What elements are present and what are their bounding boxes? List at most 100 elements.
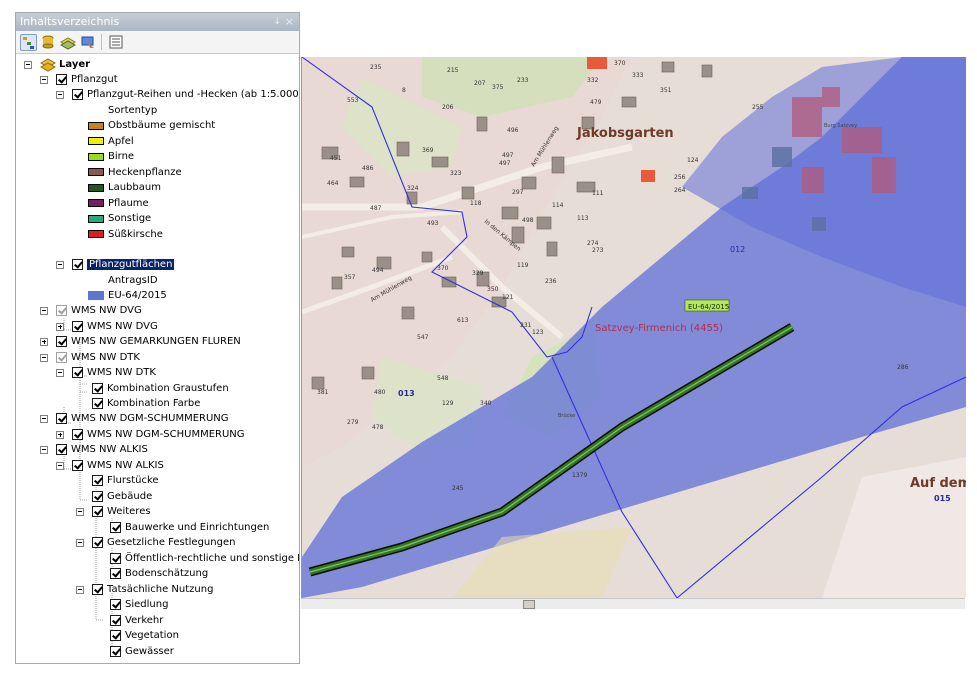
- pin-icon[interactable]: ↓: [273, 13, 281, 31]
- collapse-toggle[interactable]: [76, 585, 84, 594]
- collapse-toggle[interactable]: [56, 260, 64, 269]
- tree-row-dtk[interactable]: WMS NW DTK: [40, 350, 140, 365]
- visibility-checkbox[interactable]: [56, 352, 67, 363]
- legend-swatch: [88, 121, 104, 130]
- visibility-checkbox[interactable]: [92, 383, 103, 394]
- visibility-checkbox[interactable]: [110, 646, 121, 657]
- visibility-checkbox[interactable]: [56, 305, 67, 316]
- visibility-checkbox[interactable]: [92, 584, 103, 595]
- tree-row-gewaesser[interactable]: Gewässer: [110, 644, 174, 659]
- parcel-number: 451: [330, 155, 342, 162]
- visibility-checkbox[interactable]: [72, 429, 83, 440]
- list-by-source-icon[interactable]: [40, 34, 56, 50]
- visibility-checkbox[interactable]: [92, 537, 103, 548]
- parcel-number: 113: [577, 215, 589, 222]
- visibility-checkbox[interactable]: [72, 89, 83, 100]
- tree-row-layer[interactable]: Layer: [24, 57, 90, 72]
- parcel-number: 487: [370, 205, 382, 212]
- visibility-checkbox[interactable]: [92, 475, 103, 486]
- parcel-number: 480: [374, 389, 386, 396]
- tree-row-pflanzgut[interactable]: Pflanzgut: [40, 72, 118, 87]
- collapse-toggle[interactable]: [40, 353, 48, 362]
- tree-row-fluren[interactable]: WMS NW GEMARKUNGEN FLUREN: [40, 334, 241, 349]
- layer-label: Gesetzliche Festlegungen: [107, 537, 236, 548]
- parcel-number: 486: [362, 165, 374, 172]
- parcel-number: 1379: [572, 472, 587, 479]
- visibility-checkbox[interactable]: [110, 630, 121, 641]
- tree-row-farbe[interactable]: Kombination Farbe: [92, 396, 200, 411]
- close-icon[interactable]: ×: [285, 13, 294, 31]
- map-canvas[interactable]: Jakobsgarten Auf dem Satzvey-Firmenich (…: [302, 57, 966, 598]
- collapse-toggle[interactable]: [56, 368, 64, 377]
- parcel-number: 273: [592, 247, 604, 254]
- visibility-checkbox[interactable]: [72, 367, 83, 378]
- tree-row-oeffentlich[interactable]: Öffentlich-rechtliche und sonstige Festl…: [110, 551, 299, 566]
- collapse-toggle[interactable]: [40, 414, 48, 423]
- visibility-checkbox[interactable]: [110, 599, 121, 610]
- collapse-toggle[interactable]: [40, 445, 48, 454]
- collapse-toggle[interactable]: [56, 461, 64, 470]
- visibility-checkbox[interactable]: [56, 74, 67, 85]
- tree-row-bauwerke[interactable]: Bauwerke und Einrichtungen: [110, 520, 269, 535]
- list-by-selection-icon[interactable]: [80, 34, 96, 50]
- toc-toolbar: [16, 31, 299, 54]
- tree-row-dvg[interactable]: WMS NW DVG: [40, 303, 142, 318]
- tree-row-nutzung[interactable]: Tatsächliche Nutzung: [76, 582, 213, 597]
- visibility-checkbox[interactable]: [110, 568, 121, 579]
- map-view[interactable]: Jakobsgarten Auf dem Satzvey-Firmenich (…: [301, 57, 966, 598]
- visibility-checkbox[interactable]: [72, 460, 83, 471]
- tree-row-gebaeude[interactable]: Gebäude: [92, 489, 152, 504]
- visibility-checkbox[interactable]: [72, 259, 83, 270]
- tree-row-alkis[interactable]: WMS NW ALKIS: [40, 442, 148, 457]
- layer-root-label: Layer: [59, 59, 91, 70]
- tree-row-vegetation[interactable]: Vegetation: [110, 628, 179, 643]
- visibility-checkbox[interactable]: [110, 553, 121, 564]
- legend-label: Apfel: [108, 135, 134, 147]
- collapse-toggle[interactable]: [40, 75, 48, 84]
- collapse-toggle[interactable]: [56, 90, 64, 99]
- tree-row-boden[interactable]: Bodenschätzung: [110, 566, 208, 581]
- visibility-checkbox[interactable]: [110, 522, 121, 533]
- visibility-checkbox[interactable]: [56, 336, 67, 347]
- layer-label: Gebäude: [107, 491, 153, 502]
- tree-row-festlegungen[interactable]: Gesetzliche Festlegungen: [76, 535, 235, 550]
- scrollbar-thumb[interactable]: [523, 600, 535, 609]
- visibility-checkbox[interactable]: [92, 398, 103, 409]
- map-horizontal-scrollbar[interactable]: [301, 598, 965, 609]
- layer-label: Flurstücke: [107, 475, 159, 486]
- parcel-number: 123: [532, 329, 544, 336]
- tree-row-dgm-sub[interactable]: WMS NW DGM-SCHUMMERUNG: [56, 427, 245, 442]
- panel-title: Inhaltsverzeichnis: [20, 15, 120, 28]
- tree-row-verkehr[interactable]: Verkehr: [110, 613, 163, 628]
- collapse-toggle[interactable]: [24, 60, 32, 69]
- collapse-toggle[interactable]: [40, 306, 48, 315]
- collapse-toggle[interactable]: [76, 538, 84, 547]
- tree-row-graustufen[interactable]: Kombination Graustufen: [92, 381, 229, 396]
- list-by-visibility-icon[interactable]: [59, 34, 77, 50]
- expand-toggle[interactable]: [40, 337, 48, 346]
- visibility-checkbox[interactable]: [72, 321, 83, 332]
- tree-row-reihen[interactable]: Pflanzgut-Reihen und -Hecken (ab 1:5.000…: [56, 87, 299, 102]
- options-icon[interactable]: [108, 34, 124, 50]
- layer-label: WMS NW DGM-SCHUMMERUNG: [87, 429, 245, 440]
- tree-row-weiteres[interactable]: Weiteres: [76, 504, 151, 519]
- tree-row-alkis-sub[interactable]: WMS NW ALKIS: [56, 458, 164, 473]
- tree-row-dtk-sub[interactable]: WMS NW DTK: [56, 365, 156, 380]
- expand-toggle[interactable]: [56, 430, 64, 439]
- visibility-checkbox[interactable]: [92, 491, 103, 502]
- tree-row-dgm[interactable]: WMS NW DGM-SCHUMMERUNG: [40, 411, 229, 426]
- tree-row-siedlung[interactable]: Siedlung: [110, 597, 168, 612]
- visibility-checkbox[interactable]: [92, 506, 103, 517]
- list-by-drawing-order-icon[interactable]: [20, 34, 37, 51]
- selected-feature-badge[interactable]: EU-64/2015: [684, 299, 730, 312]
- expand-toggle[interactable]: [56, 322, 64, 331]
- visibility-checkbox[interactable]: [56, 413, 67, 424]
- parcel-number: 121: [502, 294, 514, 301]
- tree-row-flurstuecke[interactable]: Flurstücke: [92, 473, 159, 488]
- tree-row-pflanzgutflaechen[interactable]: Pflanzgutflächen: [56, 257, 175, 272]
- parcel-number: 547: [417, 334, 429, 341]
- visibility-checkbox[interactable]: [110, 615, 121, 626]
- tree-row-dvg-sub[interactable]: WMS NW DVG: [56, 319, 158, 334]
- visibility-checkbox[interactable]: [56, 444, 67, 455]
- collapse-toggle[interactable]: [76, 507, 84, 516]
